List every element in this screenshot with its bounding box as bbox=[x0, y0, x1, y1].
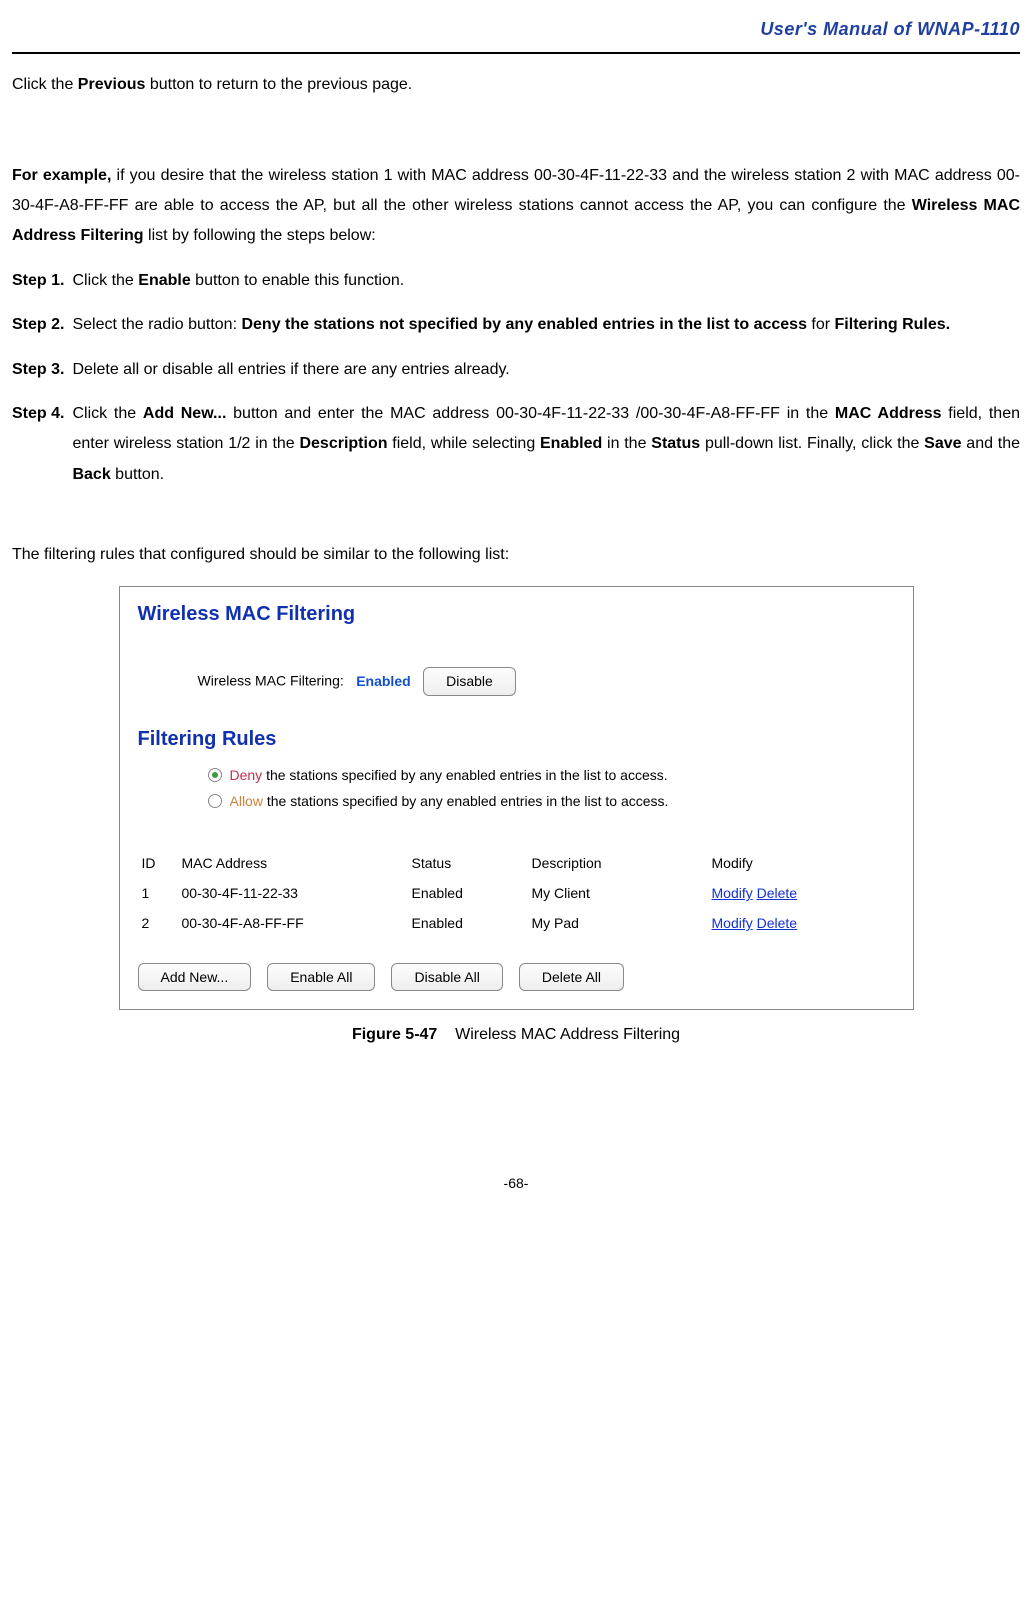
step-label: Step 3. bbox=[12, 355, 72, 385]
step-body: Select the radio button: Deny the statio… bbox=[72, 310, 1020, 340]
cell-id: 1 bbox=[138, 878, 178, 908]
caption-bold: Figure 5-47 bbox=[352, 1026, 437, 1043]
text: Click the bbox=[72, 405, 142, 422]
step-label: Step 2. bbox=[12, 310, 72, 340]
step-body: Delete all or disable all entries if the… bbox=[72, 355, 1020, 385]
step-label: Step 1. bbox=[12, 266, 72, 296]
text: Click the bbox=[12, 76, 78, 93]
text-bold: Filtering Rules. bbox=[835, 316, 951, 333]
text-bold: For example, bbox=[12, 167, 111, 184]
deny-word: Deny bbox=[230, 767, 263, 783]
col-id: ID bbox=[138, 848, 178, 878]
figure-title: Wireless MAC Filtering bbox=[138, 601, 895, 627]
text: button to return to the previous page. bbox=[145, 76, 412, 93]
col-desc: Description bbox=[528, 848, 708, 878]
enable-all-button[interactable]: Enable All bbox=[267, 963, 375, 991]
text: in the bbox=[602, 435, 651, 452]
step-body: Click the Enable button to enable this f… bbox=[72, 266, 1020, 296]
table-row: 1 00-30-4F-11-22-33 Enabled My Client Mo… bbox=[138, 878, 895, 908]
figure-caption: Figure 5-47 Wireless MAC Address Filteri… bbox=[12, 1020, 1020, 1050]
allow-rest: the stations specified by any enabled en… bbox=[263, 793, 668, 809]
text: if you desire that the wireless station … bbox=[12, 167, 1020, 214]
button-row: Add New... Enable All Disable All Delete… bbox=[138, 963, 895, 991]
radio-deny-icon[interactable] bbox=[208, 768, 222, 782]
cell-desc: My Pad bbox=[528, 908, 708, 938]
filtering-rules-block: Filtering Rules Deny the stations specif… bbox=[138, 726, 895, 814]
text: Select the radio button: bbox=[72, 316, 241, 333]
text: field, while selecting bbox=[387, 435, 540, 452]
text: for bbox=[807, 316, 835, 333]
col-mac: MAC Address bbox=[178, 848, 408, 878]
text-bold: Enable bbox=[138, 272, 190, 289]
radio-allow-icon[interactable] bbox=[208, 794, 222, 808]
text: pull-down list. Finally, click the bbox=[700, 435, 924, 452]
delete-link[interactable]: Delete bbox=[757, 885, 797, 901]
deny-rest: the stations specified by any enabled en… bbox=[262, 767, 667, 783]
step-3: Step 3. Delete all or disable all entrie… bbox=[12, 355, 1020, 385]
step-body: Click the Add New... button and enter th… bbox=[72, 399, 1020, 490]
text-bold: Enabled bbox=[540, 435, 602, 452]
col-status: Status bbox=[408, 848, 528, 878]
text-bold: Deny the stations not specified by any e… bbox=[241, 316, 807, 333]
cell-status: Enabled bbox=[408, 908, 528, 938]
filter-status-row: Wireless MAC Filtering: Enabled Disable bbox=[198, 667, 895, 695]
caption-rest: Wireless MAC Address Filtering bbox=[437, 1026, 680, 1043]
rule-allow[interactable]: Allow the stations specified by any enab… bbox=[208, 788, 895, 814]
cell-desc: My Client bbox=[528, 878, 708, 908]
cell-mac: 00-30-4F-A8-FF-FF bbox=[178, 908, 408, 938]
example-paragraph: For example, if you desire that the wire… bbox=[12, 161, 1020, 252]
text-bold: Add New... bbox=[143, 405, 227, 422]
disable-button[interactable]: Disable bbox=[423, 667, 516, 695]
text: and the bbox=[962, 435, 1021, 452]
top-paragraph: Click the Previous button to return to t… bbox=[12, 70, 1020, 100]
add-new-button[interactable]: Add New... bbox=[138, 963, 252, 991]
text-bold: Description bbox=[299, 435, 387, 452]
disable-all-button[interactable]: Disable All bbox=[391, 963, 502, 991]
text: button to enable this function. bbox=[191, 272, 404, 289]
mac-table: ID MAC Address Status Description Modify… bbox=[138, 848, 895, 939]
cell-actions: Modify Delete bbox=[708, 878, 895, 908]
rule-deny[interactable]: Deny the stations specified by any enabl… bbox=[208, 762, 895, 788]
col-modify: Modify bbox=[708, 848, 895, 878]
modify-link[interactable]: Modify bbox=[712, 885, 753, 901]
step-2: Step 2. Select the radio button: Deny th… bbox=[12, 310, 1020, 340]
text-bold: Back bbox=[72, 466, 110, 483]
cell-id: 2 bbox=[138, 908, 178, 938]
text: button and enter the MAC address 00-30-4… bbox=[226, 405, 835, 422]
page-number: -68- bbox=[12, 1170, 1020, 1197]
text: Click the bbox=[72, 272, 138, 289]
table-header-row: ID MAC Address Status Description Modify bbox=[138, 848, 895, 878]
text-bold: Previous bbox=[78, 76, 146, 93]
page-header-title: User's Manual of WNAP-1110 bbox=[12, 12, 1020, 54]
table-row: 2 00-30-4F-A8-FF-FF Enabled My Pad Modif… bbox=[138, 908, 895, 938]
allow-word: Allow bbox=[230, 793, 263, 809]
text: Delete all or disable all entries if the… bbox=[72, 361, 509, 378]
text-bold: MAC Address bbox=[835, 405, 942, 422]
cell-actions: Modify Delete bbox=[708, 908, 895, 938]
cell-mac: 00-30-4F-11-22-33 bbox=[178, 878, 408, 908]
modify-link[interactable]: Modify bbox=[712, 915, 753, 931]
text: list by following the steps below: bbox=[144, 227, 376, 244]
text-bold: Status bbox=[651, 435, 700, 452]
cell-status: Enabled bbox=[408, 878, 528, 908]
filter-status: Enabled bbox=[348, 673, 418, 689]
delete-link[interactable]: Delete bbox=[757, 915, 797, 931]
result-intro: The filtering rules that configured shou… bbox=[12, 540, 1020, 570]
step-4: Step 4. Click the Add New... button and … bbox=[12, 399, 1020, 490]
figure-screenshot: Wireless MAC Filtering Wireless MAC Filt… bbox=[119, 586, 914, 1009]
delete-all-button[interactable]: Delete All bbox=[519, 963, 624, 991]
filtering-rules-title: Filtering Rules bbox=[138, 726, 895, 752]
text-bold: Save bbox=[924, 435, 961, 452]
step-1: Step 1. Click the Enable button to enabl… bbox=[12, 266, 1020, 296]
step-label: Step 4. bbox=[12, 399, 72, 490]
text: button. bbox=[111, 466, 164, 483]
filter-label: Wireless MAC Filtering: bbox=[198, 673, 344, 689]
